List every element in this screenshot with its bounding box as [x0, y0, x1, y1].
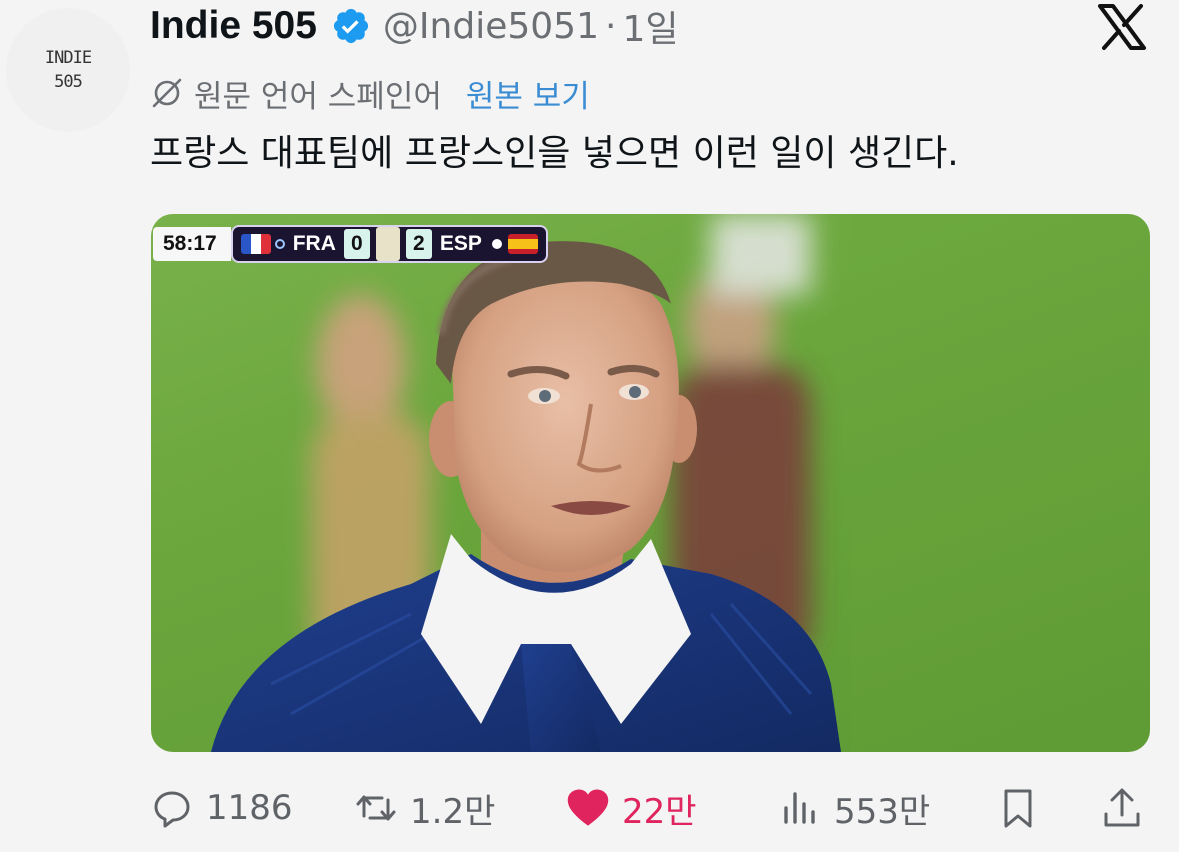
match-photo — [211, 214, 1150, 752]
tweet-text: 프랑스 대표팀에 프랑스인을 넣으면 이런 일이 생긴다. — [150, 133, 959, 174]
score-panel: FRA 0 2 ESP — [230, 225, 548, 263]
tweet-page: INDIE 505 Indie 505 @Indie5051 · 1일 원문 언… — [0, 0, 1179, 852]
repost-icon — [354, 786, 398, 830]
away-score: 2 — [405, 229, 432, 259]
away-kit-marker-icon — [491, 239, 502, 249]
translation-note: 원문 언어 스페인어 — [194, 78, 442, 115]
separator-dot: · — [604, 5, 617, 47]
tournament-logo-icon — [375, 227, 400, 261]
heart-icon — [566, 786, 610, 830]
home-team: FRA — [292, 232, 336, 255]
views-button[interactable]: 553만 — [778, 778, 930, 838]
avatar[interactable]: INDIE 505 — [6, 8, 130, 132]
views-icon — [778, 786, 822, 830]
like-button[interactable]: 22만 — [566, 778, 697, 838]
share-button[interactable] — [1100, 778, 1144, 838]
home-score: 0 — [343, 229, 370, 259]
avatar-text-line1: INDIE — [44, 48, 92, 68]
france-flag-icon — [240, 234, 271, 254]
reply-count: 1186 — [206, 788, 293, 828]
views-count: 553만 — [834, 791, 931, 832]
tweet-media-image[interactable]: 58:17 FRA 0 2 ESP — [151, 214, 1150, 752]
user-handle[interactable]: @Indie5051 — [383, 6, 599, 47]
verified-badge-icon[interactable] — [331, 6, 371, 46]
action-bar: 1186 1.2만 22만 553만 — [150, 778, 1150, 838]
scoreboard: 58:17 FRA 0 2 ESP — [153, 224, 548, 264]
bookmark-button[interactable] — [996, 778, 1040, 838]
reply-button[interactable]: 1186 — [150, 778, 293, 838]
timestamp[interactable]: 1일 — [622, 0, 678, 52]
home-kit-marker-icon — [274, 239, 285, 249]
globe-icon — [150, 76, 184, 110]
show-original-link[interactable]: 원본 보기 — [466, 71, 590, 116]
translation-row: 원문 언어 스페인어 원본 보기 — [150, 70, 590, 116]
share-icon — [1100, 786, 1144, 830]
reply-icon — [150, 786, 194, 830]
spain-flag-icon — [507, 234, 538, 254]
x-logo-icon — [1097, 4, 1147, 50]
away-team: ESP — [439, 232, 482, 255]
display-name[interactable]: Indie 505 — [150, 4, 317, 48]
match-clock: 58:17 — [153, 227, 231, 261]
repost-button[interactable]: 1.2만 — [354, 778, 495, 838]
like-count: 22만 — [622, 791, 697, 832]
repost-count: 1.2만 — [410, 791, 496, 832]
bookmark-icon — [996, 786, 1040, 830]
avatar-text-line2: 505 — [54, 72, 83, 92]
tweet-header: Indie 505 @Indie5051 · 1일 — [150, 2, 678, 50]
